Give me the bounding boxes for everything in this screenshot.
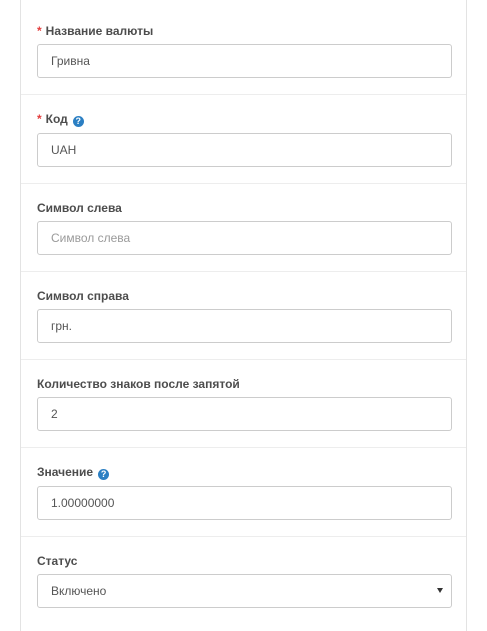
decimal-places-label: Количество знаков после запятой — [37, 377, 240, 391]
symbol-right-label: Символ справа — [37, 289, 129, 303]
code-label: * Код? — [37, 112, 84, 127]
form-group-name: * Название валюты — [21, 0, 466, 95]
value-input[interactable] — [37, 486, 452, 520]
symbol-right-input[interactable] — [37, 309, 452, 343]
decimal-places-input[interactable] — [37, 397, 452, 431]
status-select[interactable]: Включено — [37, 574, 452, 608]
currency-code-input[interactable] — [37, 133, 452, 167]
value-label: Значение? — [37, 465, 110, 480]
form-group-value: Значение? — [21, 448, 466, 537]
currency-name-input[interactable] — [37, 44, 452, 78]
question-circle-icon[interactable]: ? — [72, 116, 84, 127]
status-selected-value: Включено — [51, 584, 107, 598]
question-circle-icon[interactable]: ? — [98, 469, 110, 480]
required-asterisk: * — [37, 24, 42, 38]
required-asterisk: * — [37, 112, 42, 126]
symbol-left-input[interactable] — [37, 221, 452, 255]
form-group-status: Статус Включено — [21, 537, 466, 631]
form-group-symbol-right: Символ справа — [21, 272, 466, 360]
name-label: * Название валюты — [37, 24, 154, 38]
symbol-left-label: Символ слева — [37, 201, 122, 215]
form-group-decimal-places: Количество знаков после запятой — [21, 360, 466, 448]
form-group-code: * Код? — [21, 95, 466, 184]
currency-form-panel: *Название валюты *Код? Символ слева Симв… — [20, 0, 467, 631]
caret-down-icon — [437, 588, 443, 593]
form-group-symbol-left: Символ слева — [21, 184, 466, 272]
status-label: Статус — [37, 554, 78, 568]
